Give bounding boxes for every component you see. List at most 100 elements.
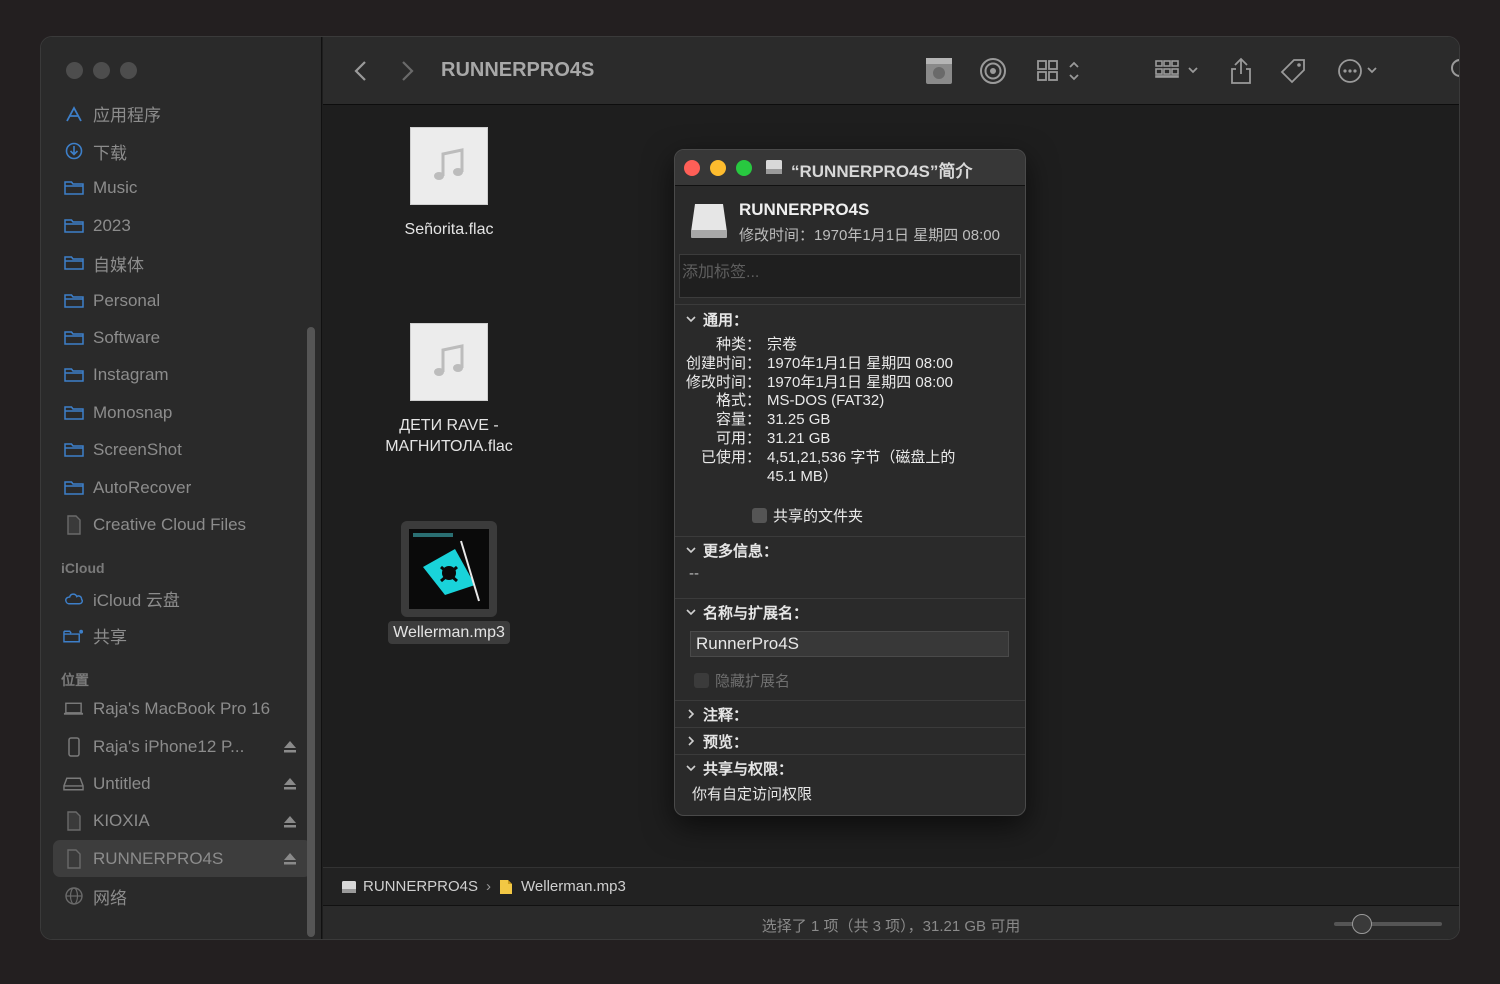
airdrop-button[interactable]	[977, 55, 1009, 87]
sharing-text: 你有自定访问权限	[692, 786, 813, 803]
eject-icon[interactable]	[283, 851, 297, 865]
general-header[interactable]: 通用：	[675, 306, 1025, 332]
forward-button[interactable]	[391, 55, 423, 87]
volume-name: RUNNERPRO4S	[739, 200, 870, 219]
status-bar: 选择了 1 项（共 3 项），31.21 GB 可用	[323, 905, 1459, 939]
sidebar-item-label: RUNNERPRO4S	[93, 848, 224, 868]
minimize-button[interactable]	[93, 62, 110, 79]
info-zoom-button[interactable]	[736, 160, 752, 176]
audio-file-icon	[500, 879, 513, 894]
sidebar-item[interactable]: Raja's iPhone12 P...	[53, 728, 311, 765]
sidebar-item[interactable]: Raja's MacBook Pro 16	[53, 690, 311, 727]
info-value: 1970年1月1日 星期四 08:00	[767, 373, 953, 391]
sidebar-item[interactable]: KIOXIA	[53, 803, 311, 840]
info-key: 已使用：	[700, 448, 761, 466]
sidebar-item-label: Instagram	[93, 365, 169, 385]
group-button[interactable]	[1151, 55, 1207, 87]
sidebar-section-header: iCloud	[61, 559, 105, 576]
view-mode-button[interactable]	[1033, 55, 1089, 87]
sidebar-item[interactable]: 应用程序	[53, 95, 311, 132]
sidebar-item[interactable]: Creative Cloud Files	[53, 506, 311, 543]
sidebar-item[interactable]: Software	[53, 319, 311, 356]
shared-folder-checkbox[interactable]: 共享的文件夹	[752, 505, 863, 526]
sidebar-scrollbar[interactable]	[307, 327, 315, 937]
file-name-line2: МАГНИТОЛА.flac	[385, 438, 513, 455]
file-item[interactable]: Señorita.flac	[369, 127, 529, 240]
share-icon	[1231, 57, 1251, 84]
path-item-file[interactable]: Wellerman.mp3	[521, 878, 626, 895]
sidebar-item-label: 2023	[93, 215, 131, 235]
sidebar-item[interactable]: Personal	[53, 282, 311, 319]
tags-field[interactable]: 添加标签...	[679, 254, 1021, 298]
path-item-volume[interactable]: RUNNERPRO4S	[363, 878, 478, 895]
folder-icon	[63, 329, 84, 347]
sidebar-item-label: 共享	[93, 628, 127, 648]
file-item[interactable]: ДЕТИ RAVE - МАГНИТОЛА.flac	[369, 323, 529, 457]
tag-button[interactable]	[1277, 55, 1309, 87]
close-button[interactable]	[66, 62, 83, 79]
sidebar-item[interactable]: Untitled	[53, 765, 311, 802]
sidebar: 应用程序下载 Music 2023 自媒体 Personal Software Instag…	[41, 37, 322, 939]
info-row: 创建时间： 1970年1月1日 星期四 08:00	[675, 355, 1025, 374]
sidebar-item[interactable]: AutoRecover	[53, 469, 311, 506]
icon-size-slider[interactable]	[1334, 922, 1442, 926]
folder-icon	[63, 254, 84, 272]
icon-size-slider-knob[interactable]	[1352, 914, 1372, 934]
sidebar-item-label: Raja's iPhone12 P...	[93, 736, 245, 756]
sidebar-item[interactable]: iCloud 云盘	[53, 580, 311, 617]
download-icon	[63, 142, 84, 160]
info-close-button[interactable]	[684, 160, 700, 176]
sidebar-item[interactable]: ScreenShot	[53, 432, 311, 469]
info-minimize-button[interactable]	[710, 160, 726, 176]
sidebar-item-label: 下载	[93, 143, 127, 163]
document-icon	[63, 849, 84, 869]
apps-icon	[63, 105, 84, 123]
back-button[interactable]	[345, 55, 377, 87]
folder-icon	[63, 179, 84, 197]
sidebar-item[interactable]: 自媒体	[53, 245, 311, 282]
name-input[interactable]: RunnerPro4S	[690, 631, 1009, 657]
sidebar-section-header: 位置	[61, 672, 89, 689]
info-key: 创建时间：	[685, 354, 761, 372]
eject-icon[interactable]	[283, 776, 297, 790]
search-icon	[1451, 59, 1459, 77]
volume-modified: 修改时间：1970年1月1日 星期四 08:00	[739, 227, 1000, 244]
preview-header[interactable]: 预览：	[675, 728, 1025, 754]
hide-extension-checkbox[interactable]: 隐藏扩展名	[694, 670, 1025, 691]
chevron-down-icon	[686, 765, 696, 772]
info-value: 1970年1月1日 星期四 08:00	[767, 354, 953, 372]
volume-large-icon	[691, 204, 727, 238]
sidebar-item[interactable]: Instagram	[53, 357, 311, 394]
name-extension-header[interactable]: 名称与扩展名：	[675, 599, 1025, 625]
film-gear-icon	[926, 58, 952, 84]
sidebar-item[interactable]: RUNNERPRO4S	[53, 840, 311, 878]
drive-icon	[342, 880, 356, 893]
comments-header[interactable]: 注释：	[675, 701, 1025, 727]
search-button[interactable]	[1447, 55, 1459, 87]
sidebar-item[interactable]: Music	[53, 170, 311, 207]
info-key: 格式：	[715, 392, 761, 410]
general-info-list: 种类： 宗卷 创建时间： 1970年1月1日 星期四 08:00 修改时间： 1970年1…	[675, 336, 1025, 486]
airdrop-icon	[980, 58, 1006, 84]
sharing-header[interactable]: 共享与权限：	[675, 755, 1025, 781]
name-extension-section: 名称与扩展名： RunnerPro4S 隐藏扩展名	[675, 598, 1025, 700]
path-separator: ›	[486, 878, 492, 895]
eject-icon[interactable]	[283, 739, 297, 753]
sidebar-item[interactable]: Monosnap	[53, 394, 311, 431]
info-key: 可用：	[715, 429, 761, 447]
file-item-selected[interactable]: Wellerman.mp3	[369, 521, 529, 644]
sidebar-item-label: KIOXIA	[93, 811, 150, 831]
app-extension-button[interactable]	[923, 55, 955, 87]
sidebar-item[interactable]: 共享	[53, 617, 311, 654]
sidebar-item[interactable]: 网络	[53, 877, 311, 914]
more-info-header[interactable]: 更多信息：	[675, 537, 1025, 563]
zoom-button[interactable]	[120, 62, 137, 79]
sidebar-list: 应用程序下载 Music 2023 自媒体 Personal Software Instag…	[53, 95, 311, 915]
action-menu-button[interactable]	[1335, 55, 1385, 87]
folder-icon	[63, 292, 84, 310]
eject-icon[interactable]	[283, 814, 297, 828]
group-grid-icon	[1155, 60, 1198, 78]
share-button[interactable]	[1225, 55, 1257, 87]
sidebar-item[interactable]: 下载	[53, 132, 311, 169]
sidebar-item[interactable]: 2023	[53, 207, 311, 244]
